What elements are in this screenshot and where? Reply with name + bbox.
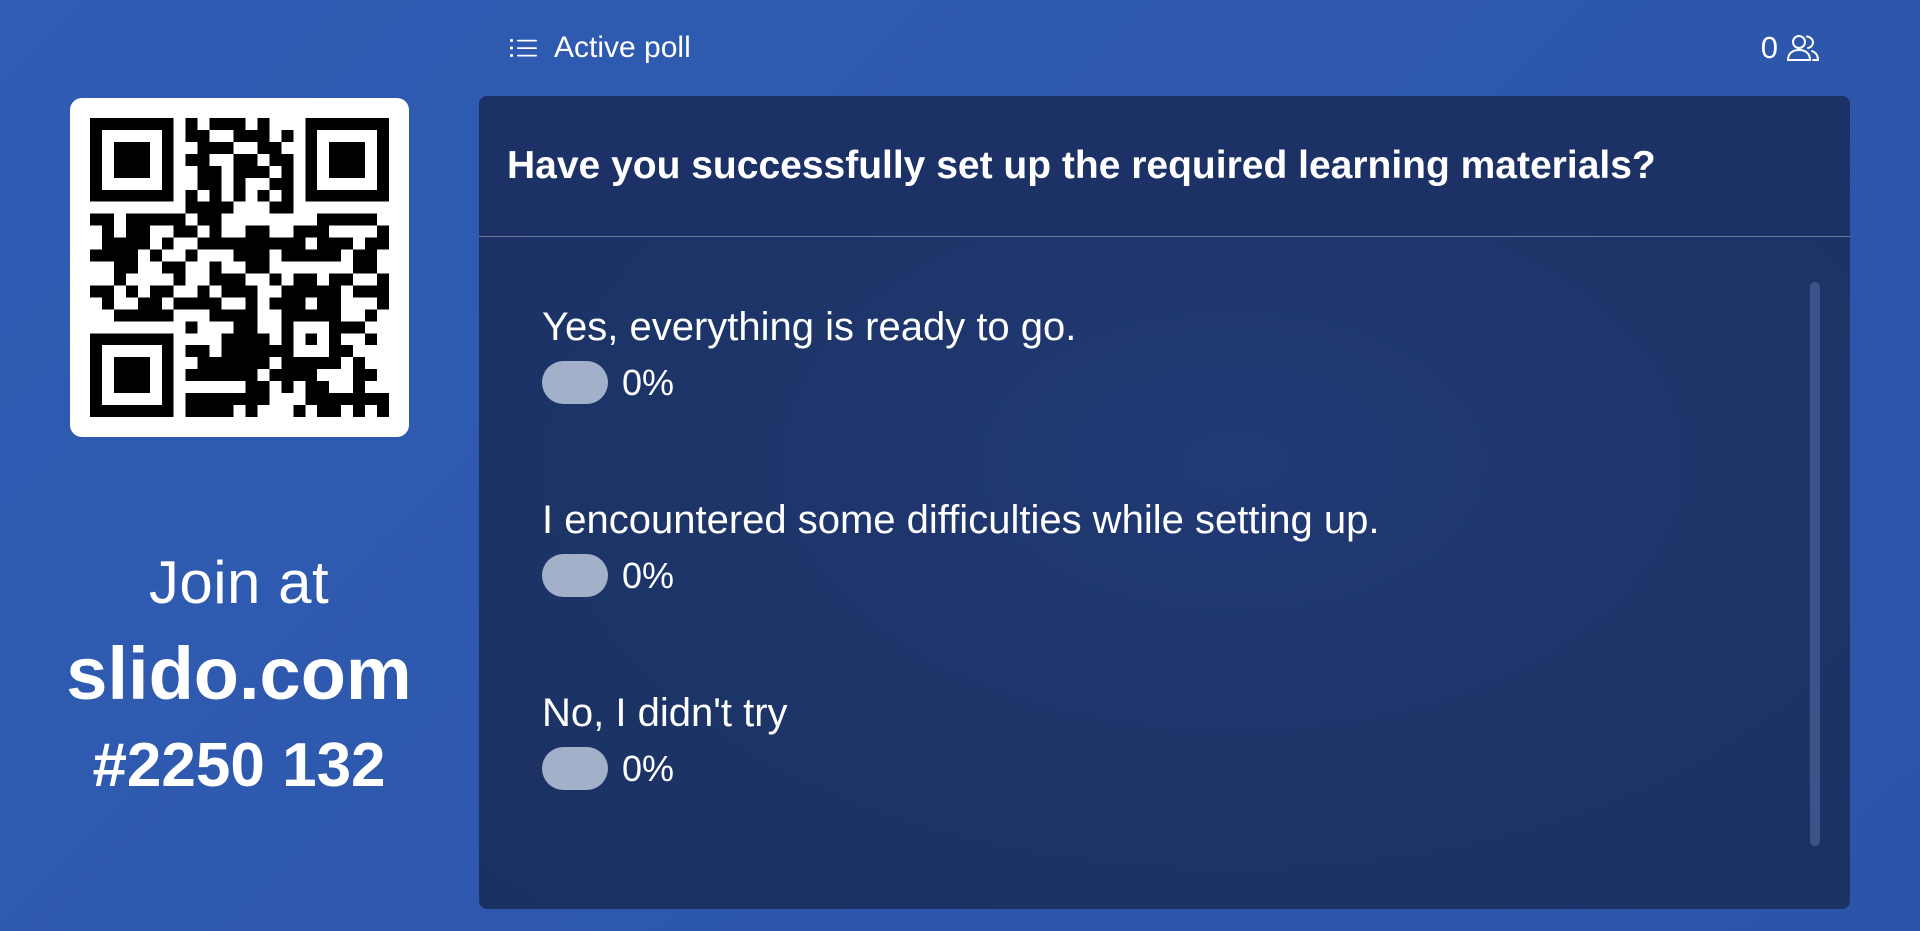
poll-question: Have you successfully set up the require… — [479, 96, 1850, 237]
qr-code-icon — [90, 118, 389, 417]
poll-option: No, I didn't try 0% — [542, 687, 1380, 880]
option-label: Yes, everything is ready to go. — [542, 305, 1077, 349]
option-result: 0% — [542, 747, 1380, 790]
poll-card: Have you successfully set up the require… — [479, 96, 1850, 909]
participant-count: 0 — [1761, 26, 1820, 70]
poll-status-title: Active poll — [554, 31, 691, 64]
option-result: 0% — [542, 554, 1380, 597]
option-percent: 0% — [622, 361, 675, 403]
poll-options: Yes, everything is ready to go. 0% I enc… — [542, 301, 1380, 880]
option-label: No, I didn't try — [542, 691, 788, 735]
join-at-label: Join at — [148, 549, 330, 616]
option-percent: 0% — [622, 747, 675, 789]
poll-header: Active poll — [510, 26, 691, 70]
poll-option: I encountered some difficulties while se… — [542, 494, 1380, 687]
result-bar — [542, 361, 608, 404]
participant-count-value: 0 — [1760, 30, 1778, 65]
result-bar — [542, 554, 608, 597]
join-site-link[interactable]: slido.com — [30, 627, 448, 721]
scrollbar[interactable] — [1810, 282, 1820, 846]
users-icon — [1786, 35, 1820, 61]
list-icon — [510, 39, 537, 57]
join-info: Join at slido.com #2250 132 — [30, 545, 448, 809]
qr-code-card — [70, 98, 409, 437]
result-bar — [542, 747, 608, 790]
event-code: #2250 132 — [92, 731, 386, 800]
poll-option: Yes, everything is ready to go. 0% — [542, 301, 1380, 494]
option-percent: 0% — [622, 554, 675, 596]
option-result: 0% — [542, 361, 1380, 404]
option-label: I encountered some difficulties while se… — [542, 498, 1380, 542]
